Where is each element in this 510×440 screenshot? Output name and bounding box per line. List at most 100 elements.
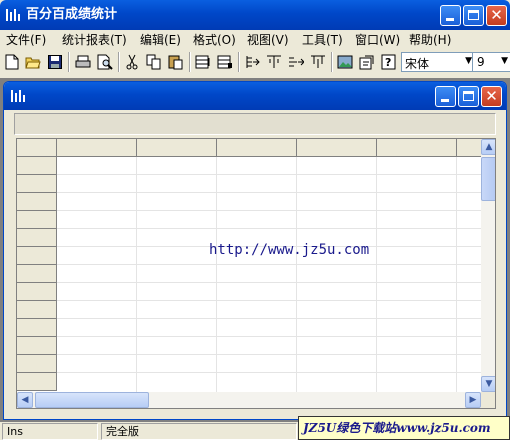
grid-line (57, 264, 481, 265)
status-edition: 完全版 (101, 423, 297, 440)
menu-report[interactable]: 统计报表(T) (62, 31, 127, 49)
insert-column-left-icon[interactable] (242, 52, 262, 72)
grid-line (456, 157, 457, 392)
help-icon[interactable]: ? (379, 52, 399, 72)
column-header[interactable] (297, 139, 377, 157)
app-title-bar[interactable]: 百分百成绩统计 ✕ (0, 0, 510, 30)
menu-tools[interactable]: 工具(T) (302, 31, 343, 49)
toolbar-separator (118, 52, 120, 72)
row-header[interactable] (17, 229, 57, 247)
column-header[interactable] (217, 139, 297, 157)
print-icon[interactable] (73, 52, 93, 72)
delete-row-icon[interactable] (215, 52, 235, 72)
copy-icon[interactable] (144, 52, 164, 72)
insert-column-icon[interactable] (264, 52, 284, 72)
close-button[interactable]: ✕ (486, 5, 507, 26)
horizontal-scrollbar[interactable]: ◀ ▶ (17, 392, 481, 408)
menu-bar: 文件(F) 统计报表(T) 编辑(E) 格式(O) 视图(V) 工具(T) 窗口… (0, 31, 510, 49)
app-title: 百分百成绩统计 (26, 7, 118, 22)
grid-line (296, 157, 297, 392)
child-maximize-button[interactable] (458, 86, 479, 107)
cell-edit-bar[interactable] (14, 113, 496, 135)
child-window-icon[interactable] (11, 90, 25, 102)
grid-line (57, 318, 481, 319)
row-header[interactable] (17, 157, 57, 175)
save-icon[interactable] (45, 52, 65, 72)
minimize-button[interactable] (440, 5, 461, 26)
chevron-down-icon[interactable]: ▼ (465, 56, 472, 66)
new-icon[interactable] (2, 52, 22, 72)
close-icon: ✕ (490, 6, 503, 24)
close-icon: ✕ (485, 87, 498, 105)
vertical-scrollbar[interactable]: ▲ ▼ (481, 139, 495, 392)
font-size-select[interactable]: 9 ▼ (472, 52, 510, 72)
row-header[interactable] (17, 337, 57, 355)
menu-view[interactable]: 视图(V) (247, 31, 289, 49)
print-preview-icon[interactable] (95, 52, 115, 72)
scrollbar-corner (481, 392, 495, 408)
app-icon[interactable] (6, 9, 20, 21)
menu-help[interactable]: 帮助(H) (409, 31, 451, 49)
menu-file[interactable]: 文件(F) (6, 31, 46, 49)
row-header[interactable] (17, 355, 57, 373)
insert-column-right-icon[interactable] (286, 52, 306, 72)
horizontal-scroll-thumb[interactable] (35, 392, 149, 408)
toolbar-separator (189, 52, 191, 72)
spreadsheet-grid[interactable]: http://www.jz5u.com ▲ ▼ ◀ ▶ (16, 138, 496, 409)
scroll-up-button[interactable]: ▲ (481, 139, 495, 155)
child-close-button[interactable]: ✕ (481, 86, 502, 107)
image-icon[interactable] (335, 52, 355, 72)
row-header[interactable] (17, 265, 57, 283)
grid-line (57, 228, 481, 229)
scroll-right-button[interactable]: ▶ (465, 392, 481, 408)
properties-icon[interactable] (357, 52, 377, 72)
filter-column-icon[interactable] (308, 52, 328, 72)
minimize-icon (441, 99, 449, 102)
column-header[interactable] (377, 139, 457, 157)
column-header[interactable] (137, 139, 217, 157)
grid-line (57, 282, 481, 283)
row-header[interactable] (17, 301, 57, 319)
row-header[interactable] (17, 373, 57, 391)
grid-line (57, 300, 481, 301)
scroll-down-button[interactable]: ▼ (481, 376, 495, 392)
chevron-down-icon[interactable]: ▼ (501, 56, 508, 66)
column-header[interactable] (57, 139, 137, 157)
row-header[interactable] (17, 319, 57, 337)
grid-line (57, 372, 481, 373)
paste-icon[interactable] (166, 52, 186, 72)
menu-format[interactable]: 格式(O) (193, 31, 236, 49)
child-title-bar[interactable]: ✕ (4, 82, 506, 110)
grid-line (57, 210, 481, 211)
cut-icon[interactable] (122, 52, 142, 72)
menu-edit[interactable]: 编辑(E) (140, 31, 181, 49)
svg-text:?: ? (385, 56, 391, 69)
row-header[interactable] (17, 193, 57, 211)
font-name-select[interactable]: 宋体 ▼ (401, 52, 475, 72)
row-header[interactable] (17, 247, 57, 265)
child-minimize-button[interactable] (435, 86, 456, 107)
maximize-icon (463, 91, 474, 101)
toolbar-separator (68, 52, 70, 72)
download-site-banner: JZ5U绿色下载站www.jz5u.com (298, 416, 510, 440)
row-header[interactable] (17, 211, 57, 229)
toolbar-separator (331, 52, 333, 72)
grid-line (57, 174, 481, 175)
scroll-left-button[interactable]: ◀ (17, 392, 33, 408)
row-header[interactable] (17, 175, 57, 193)
corner-header[interactable] (17, 139, 57, 157)
open-icon[interactable] (23, 52, 43, 72)
watermark-url: http://www.jz5u.com (209, 242, 370, 258)
row-header[interactable] (17, 283, 57, 301)
grid-line (57, 354, 481, 355)
vertical-scroll-thumb[interactable] (481, 157, 495, 201)
insert-row-icon[interactable] (193, 52, 213, 72)
maximize-button[interactable] (463, 5, 484, 26)
font-size-value: 9 (477, 55, 485, 69)
status-insert-mode: Ins (2, 423, 98, 440)
font-name-value: 宋体 (405, 57, 430, 71)
grid-line (57, 336, 481, 337)
menu-window[interactable]: 窗口(W) (355, 31, 400, 49)
grid-line (376, 157, 377, 392)
grid-line (136, 157, 137, 392)
